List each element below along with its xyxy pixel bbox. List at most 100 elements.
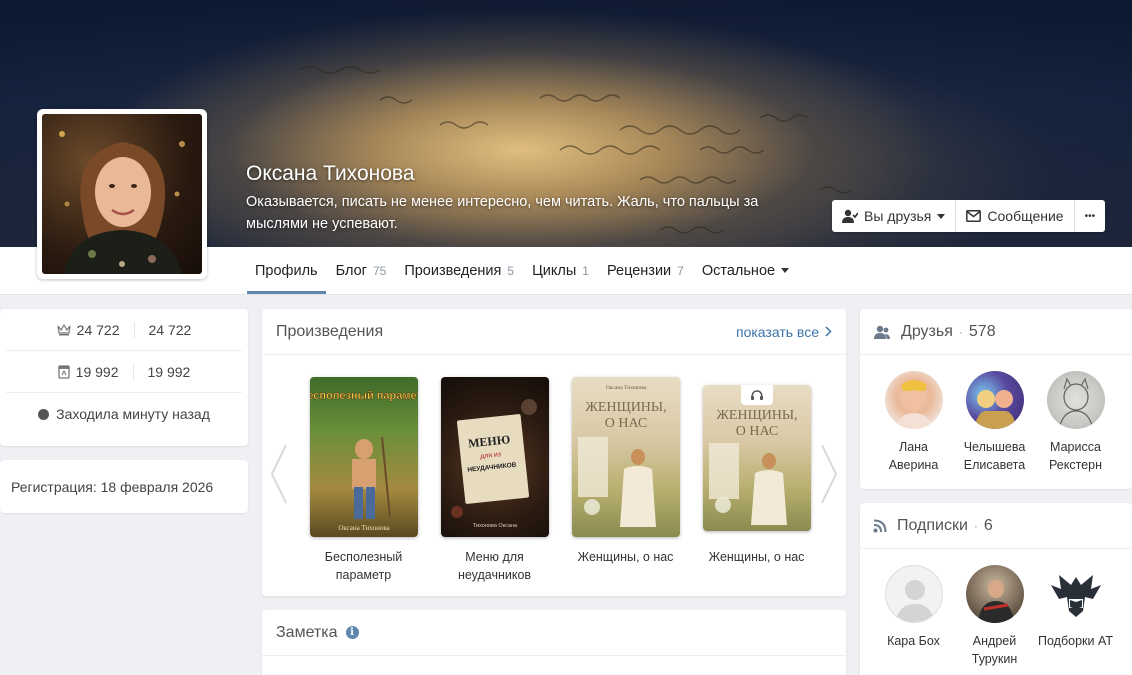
subscription-name: Кара Бох bbox=[887, 634, 940, 648]
rss-icon bbox=[873, 519, 887, 532]
friends-button-label: Вы друзья bbox=[864, 208, 932, 224]
friends-count: 578 bbox=[968, 322, 996, 340]
book-item[interactable]: Оксана Тихонова ЖЕНЩИНЫ, О НАС Женщины, … bbox=[560, 377, 691, 584]
chevron-down-icon bbox=[781, 268, 790, 273]
works-card: Произведения показать все Бесполезный па… bbox=[262, 309, 846, 596]
avatar bbox=[1046, 371, 1105, 429]
book-title: Женщины, о нас bbox=[577, 550, 674, 564]
book-title: Женщины, о нас bbox=[708, 550, 805, 564]
cover-title: Бесполезный параметр bbox=[310, 390, 418, 402]
note-title: Заметка bbox=[276, 623, 338, 641]
more-button[interactable]: ••• bbox=[1075, 200, 1106, 232]
friends-header[interactable]: Друзья · 578 bbox=[860, 309, 1132, 355]
avatar bbox=[965, 371, 1024, 429]
chevron-down-icon bbox=[937, 213, 946, 219]
book-carousel: Бесполезный параметр Оксана Тихонова Бес… bbox=[298, 377, 822, 584]
friends-button[interactable]: Вы друзья bbox=[832, 200, 957, 232]
registration-text: Регистрация: 18 февраля 2026 bbox=[11, 478, 214, 495]
tab-label: Блог bbox=[335, 262, 367, 279]
friend-name: Лана Аверина bbox=[888, 440, 939, 472]
subscription-item[interactable]: Андрей Турукин bbox=[954, 565, 1035, 668]
show-all-label: показать все bbox=[736, 323, 819, 340]
tab-cycles[interactable]: Циклы 1 bbox=[524, 247, 597, 294]
envelope-icon bbox=[966, 210, 982, 222]
svg-text:О НАС: О НАС bbox=[604, 416, 646, 431]
more-dots-icon: ••• bbox=[1084, 210, 1096, 222]
profile-name: Оксана Тихонова bbox=[246, 162, 415, 185]
subscription-item[interactable]: Кара Бох bbox=[873, 565, 954, 668]
note-card: Заметка i bbox=[262, 610, 846, 675]
crown-icon bbox=[57, 323, 71, 336]
books-stat: 19 992 bbox=[44, 364, 133, 380]
tab-count: 75 bbox=[372, 263, 387, 278]
tab-label: Циклы bbox=[532, 262, 577, 279]
tab-label: Произведения bbox=[404, 262, 502, 279]
books-value-2: 19 992 bbox=[147, 363, 191, 380]
tab-blog[interactable]: Блог 75 bbox=[328, 247, 395, 294]
svg-text:О НАС: О НАС bbox=[735, 424, 777, 439]
book-item[interactable]: ЖЕНЩИНЫ, О НАС Женщины, о нас bbox=[691, 377, 822, 584]
rating-row: 24 722 24 722 bbox=[6, 309, 242, 351]
book-item[interactable]: МЕНЮ для из НЕУДАЧНИКОВ Тихонова Оксана … bbox=[429, 377, 560, 584]
tab-count: 1 bbox=[582, 263, 589, 278]
profile-avatar[interactable] bbox=[37, 109, 207, 279]
avatar bbox=[965, 565, 1024, 623]
tab-reviews[interactable]: Рецензии 7 bbox=[599, 247, 692, 294]
friend-name: Марисса Рекстерн bbox=[1049, 440, 1102, 472]
stats-card: 24 722 24 722 19 992 19 992 Заходила мин… bbox=[0, 309, 248, 446]
registration-card: Регистрация: 18 февраля 2026 bbox=[0, 460, 248, 513]
profile-actions: Вы друзья Сообщение ••• bbox=[832, 200, 1106, 232]
rating-stat: 24 722 bbox=[43, 322, 134, 338]
friend-item[interactable]: Лана Аверина bbox=[873, 371, 954, 474]
tab-profile[interactable]: Профиль bbox=[247, 247, 326, 294]
show-all-link[interactable]: показать все bbox=[736, 324, 832, 340]
profile-status: Оказывается, писать не менее интересно, … bbox=[246, 194, 759, 232]
subscriptions-count: 6 bbox=[983, 516, 993, 534]
tab-label: Профиль bbox=[255, 262, 318, 279]
message-button-label: Сообщение bbox=[987, 208, 1064, 224]
friends-list: Лана Аверина Челышева Елисавета Марисса … bbox=[860, 355, 1132, 474]
friends-title: Друзья bbox=[901, 322, 953, 340]
cover-author: Тихонова Оксана bbox=[472, 523, 517, 529]
books-stat-2: 19 992 bbox=[132, 363, 205, 380]
tab-works[interactable]: Произведения 5 bbox=[396, 247, 522, 294]
book-item[interactable]: Бесполезный параметр Оксана Тихонова Бес… bbox=[298, 377, 429, 584]
book-icon bbox=[58, 364, 70, 379]
works-header: Произведения показать все bbox=[262, 309, 846, 355]
subscription-item[interactable]: Подборки АТ bbox=[1035, 565, 1116, 668]
svg-text:ЖЕНЩИНЫ,: ЖЕНЩИНЫ, bbox=[716, 408, 797, 423]
user-friend-icon bbox=[842, 209, 858, 223]
rating-value: 24 722 bbox=[76, 321, 120, 338]
cover-author: Оксана Тихонова bbox=[338, 524, 390, 532]
tab-other[interactable]: Остальное bbox=[694, 247, 797, 294]
book-cover: Бесполезный параметр Оксана Тихонова bbox=[309, 377, 418, 537]
subscription-name: Андрей Турукин bbox=[971, 634, 1018, 666]
friend-item[interactable]: Марисса Рекстерн bbox=[1035, 371, 1116, 474]
headphones-icon bbox=[750, 390, 763, 400]
friend-name: Челышева Елисавета bbox=[963, 440, 1026, 472]
avatar bbox=[1046, 565, 1105, 623]
friend-item[interactable]: Челышева Елисавета bbox=[954, 371, 1035, 474]
chevron-right-icon bbox=[825, 326, 832, 337]
audiobook-badge bbox=[740, 385, 773, 405]
note-header: Заметка i bbox=[262, 610, 846, 656]
info-icon[interactable]: i bbox=[345, 626, 359, 639]
book-title: Бесполезный параметр bbox=[324, 550, 403, 582]
rating-stat-2: 24 722 bbox=[133, 321, 206, 338]
online-text: Заходила минуту назад bbox=[56, 406, 210, 422]
rating-value-2: 24 722 bbox=[148, 321, 192, 338]
book-cover: ЖЕНЩИНЫ, О НАС bbox=[702, 385, 811, 531]
subscriptions-header[interactable]: Подписки · 6 bbox=[860, 503, 1132, 549]
users-icon bbox=[874, 325, 890, 339]
online-dot-icon bbox=[38, 408, 50, 420]
books-value: 19 992 bbox=[75, 363, 119, 380]
book-cover: Оксана Тихонова ЖЕНЩИНЫ, О НАС bbox=[571, 377, 680, 537]
books-row: 19 992 19 992 bbox=[6, 351, 242, 393]
subscriptions-title: Подписки bbox=[897, 516, 968, 534]
tab-label: Остальное bbox=[701, 262, 776, 279]
message-button[interactable]: Сообщение bbox=[956, 200, 1075, 232]
subscriptions-list: Кара Бох Андрей Турукин Подборки АТ bbox=[860, 549, 1132, 668]
carousel-prev-icon[interactable] bbox=[266, 439, 290, 509]
tab-label: Рецензии bbox=[606, 262, 672, 279]
eagle-logo-icon bbox=[1050, 575, 1101, 617]
